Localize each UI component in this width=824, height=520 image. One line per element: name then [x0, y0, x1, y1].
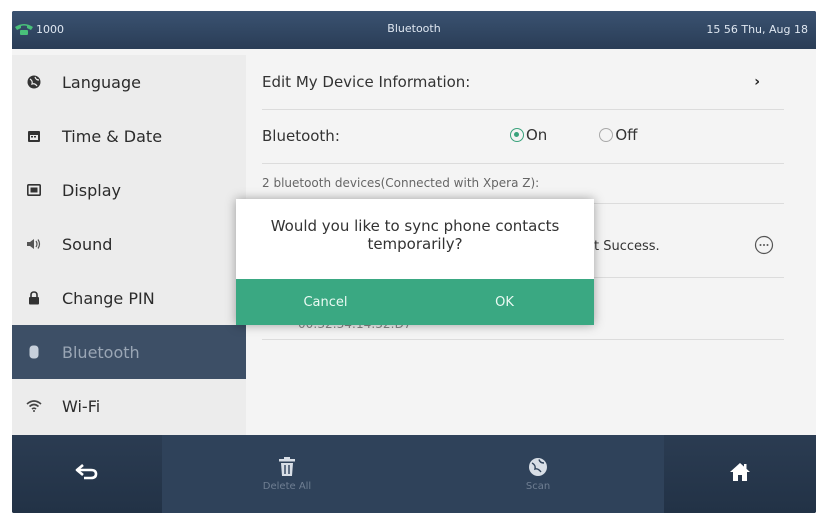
chevron-right-icon: ›	[754, 74, 760, 90]
display-icon	[26, 182, 42, 198]
softkey-bar: Delete All Scan	[12, 435, 816, 513]
device-status: t Success.	[594, 239, 660, 254]
sidebar-item-label: Bluetooth	[62, 342, 140, 362]
sidebar-item-bluetooth[interactable]: Bluetooth	[12, 325, 246, 379]
sidebar-item-label: Time & Date	[62, 126, 163, 146]
bluetooth-radio-group: On Off	[510, 126, 689, 144]
line-status: 1000	[14, 22, 64, 36]
cancel-button[interactable]: Cancel	[236, 279, 415, 325]
status-bar: 1000 Bluetooth 15 56 Thu, Aug 18	[12, 11, 816, 49]
bluetooth-toggle-row: Bluetooth: On Off	[262, 109, 784, 164]
sidebar-item-time-date[interactable]: Time & Date	[12, 109, 246, 163]
sidebar-item-sound[interactable]: Sound	[12, 217, 246, 271]
phone-screen: 1000 Bluetooth 15 56 Thu, Aug 18 Languag…	[12, 11, 816, 513]
sidebar-item-wifi[interactable]: Wi-Fi	[12, 379, 246, 433]
edit-device-info-label: Edit My Device Information:	[262, 73, 471, 91]
sidebar-item-change-pin[interactable]: Change PIN	[12, 271, 246, 325]
scan-label: Scan	[525, 480, 551, 492]
dialog-message-line: temporarily?	[367, 235, 463, 253]
calendar-icon	[26, 128, 42, 144]
bluetooth-icon	[26, 344, 42, 360]
scan-globe-icon	[529, 457, 547, 476]
phone-handset-icon	[15, 24, 33, 35]
sidebar-item-language[interactable]: Language	[12, 55, 246, 109]
settings-sidebar: Language Time & Date Display Sound Chang…	[12, 55, 246, 435]
devices-summary: 2 bluetooth devices(Connected with Xpera…	[262, 176, 540, 190]
dialog-buttons: Cancel OK	[236, 279, 594, 325]
screen-title: Bluetooth	[387, 22, 441, 35]
speaker-icon	[26, 236, 42, 252]
radio-on-label: On	[526, 126, 548, 144]
delete-all-button[interactable]: Delete All	[162, 435, 412, 513]
bluetooth-off-radio[interactable]: Off	[599, 126, 637, 144]
sidebar-item-label: Wi-Fi	[62, 396, 101, 416]
sidebar-item-label: Display	[62, 180, 121, 200]
dialog-message: Would you like to sync phone contacts te…	[236, 217, 594, 253]
extension-number: 1000	[36, 22, 64, 36]
sidebar-item-label: Language	[62, 72, 141, 92]
bluetooth-on-radio[interactable]: On	[510, 126, 547, 144]
trash-icon	[279, 456, 295, 476]
radio-checked-icon	[510, 128, 524, 142]
date-time: 15 56 Thu, Aug 18	[706, 23, 808, 36]
edit-device-info-row[interactable]: Edit My Device Information: ›	[262, 55, 784, 110]
scan-button[interactable]: Scan	[412, 435, 664, 513]
lock-icon	[26, 290, 42, 306]
radio-off-label: Off	[615, 126, 638, 144]
globe-icon	[26, 74, 42, 90]
ok-button[interactable]: OK	[415, 279, 594, 325]
more-options-icon[interactable]	[754, 235, 774, 255]
sidebar-item-label: Change PIN	[62, 288, 155, 308]
sync-contacts-dialog: Would you like to sync phone contacts te…	[236, 199, 594, 325]
wifi-icon	[26, 398, 42, 414]
radio-unchecked-icon	[599, 128, 614, 142]
home-icon	[730, 463, 750, 481]
devices-summary-row: 2 bluetooth devices(Connected with Xpera…	[262, 163, 784, 204]
delete-all-label: Delete All	[262, 480, 312, 492]
back-button[interactable]	[12, 435, 162, 513]
back-arrow-icon	[75, 464, 98, 480]
bluetooth-label: Bluetooth:	[262, 127, 340, 145]
content-area: Language Time & Date Display Sound Chang…	[12, 49, 816, 435]
sidebar-item-display[interactable]: Display	[12, 163, 246, 217]
sidebar-item-label: Sound	[62, 234, 113, 254]
dialog-message-line: Would you like to sync phone contacts	[270, 217, 560, 235]
home-button[interactable]	[664, 435, 816, 513]
